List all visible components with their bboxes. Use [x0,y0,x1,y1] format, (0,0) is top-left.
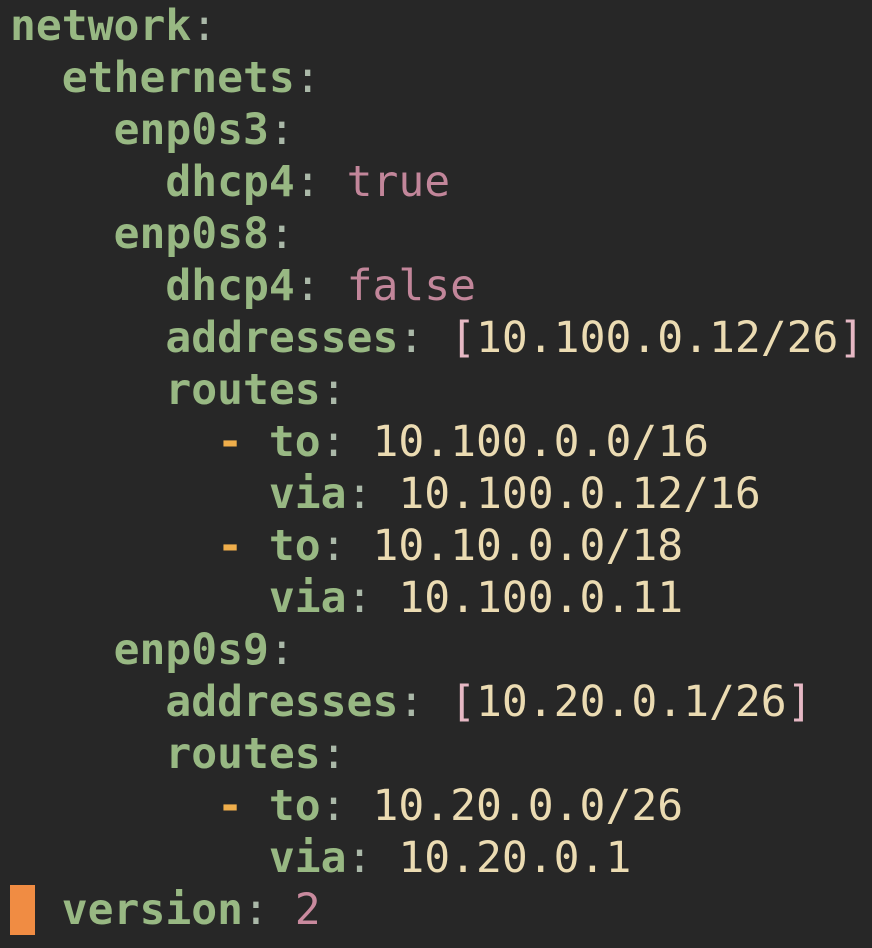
yaml-key: version [61,885,243,935]
code-line: dhcp4: false [10,260,476,312]
yaml-string-value: 10.20.0.0/26 [372,781,684,831]
yaml-colon: : [268,625,295,675]
yaml-string-value: 10.100.0.12/16 [398,469,761,519]
code-line: - to: 10.20.0.0/26 [10,780,683,832]
code-line: enp0s3: [10,104,295,156]
list-dash: - [217,521,269,571]
yaml-key: addresses [165,313,399,363]
yaml-number-value: 2 [294,885,321,935]
code-line: dhcp4: true [10,156,450,208]
code-line: via: 10.100.0.12/16 [10,468,761,520]
yaml-string-value: 10.100.0.11 [398,573,684,623]
yaml-colon: : [294,261,347,311]
yaml-colon: : [346,833,399,883]
code-line-cursor[interactable]: version: 2 [10,884,321,936]
yaml-key: addresses [165,677,399,727]
yaml-key: via [268,833,347,883]
yaml-key: enp0s8 [113,209,269,259]
yaml-colon: : [191,1,218,51]
yaml-string-value: 10.100.0.0/16 [372,417,709,467]
yaml-colon: : [294,157,347,207]
yaml-editor[interactable]: network: ethernets: enp0s3: dhcp4: true … [10,0,872,948]
yaml-key: dhcp4 [165,157,295,207]
yaml-colon: : [320,781,373,831]
yaml-colon: : [398,313,451,363]
yaml-string-value: 10.20.0.1/26 [476,677,787,727]
yaml-key: enp0s9 [113,625,269,675]
yaml-key: network [10,1,192,51]
list-dash: - [217,417,269,467]
yaml-colon: : [268,209,295,259]
yaml-key: enp0s3 [113,105,269,155]
code-line: - to: 10.10.0.0/18 [10,520,683,572]
yaml-key: to [268,417,321,467]
yaml-key: ethernets [61,53,295,103]
yaml-key: via [268,573,347,623]
code-line: addresses: [10.20.0.1/26] [10,676,813,728]
code-line: - to: 10.100.0.0/16 [10,416,709,468]
code-line: enp0s8: [10,208,295,260]
yaml-key: to [268,781,321,831]
list-dash: - [217,781,269,831]
yaml-colon: : [320,365,347,415]
code-line: addresses: [10.100.0.12/26] [10,312,864,364]
open-bracket: [ [450,313,477,363]
code-line: ethernets: [10,52,321,104]
yaml-key: routes [165,365,321,415]
code-line: routes: [10,728,347,780]
yaml-colon: : [268,105,295,155]
yaml-colon: : [320,417,373,467]
code-line: routes: [10,364,347,416]
text-cursor [10,885,35,935]
yaml-key: via [268,469,347,519]
yaml-colon: : [320,729,347,779]
yaml-colon: : [294,53,321,103]
code-line: enp0s9: [10,624,295,676]
yaml-string-value: 10.20.0.1 [398,833,632,883]
code-line: via: 10.100.0.11 [10,572,683,624]
open-bracket: [ [450,677,477,727]
yaml-colon: : [346,573,399,623]
yaml-boolean-value: true [346,157,451,207]
yaml-colon: : [243,885,295,935]
yaml-colon: : [320,521,373,571]
code-line: via: 10.20.0.1 [10,832,631,884]
yaml-colon: : [398,677,451,727]
yaml-colon: : [346,469,399,519]
yaml-key: to [268,521,321,571]
close-bracket: ] [838,313,865,363]
close-bracket: ] [786,677,813,727]
yaml-string-value: 10.10.0.0/18 [372,521,684,571]
yaml-key: dhcp4 [165,261,295,311]
yaml-boolean-value: false [346,261,477,311]
yaml-key: routes [165,729,321,779]
yaml-string-value: 10.100.0.12/26 [476,313,839,363]
code-line: network: [10,0,217,52]
